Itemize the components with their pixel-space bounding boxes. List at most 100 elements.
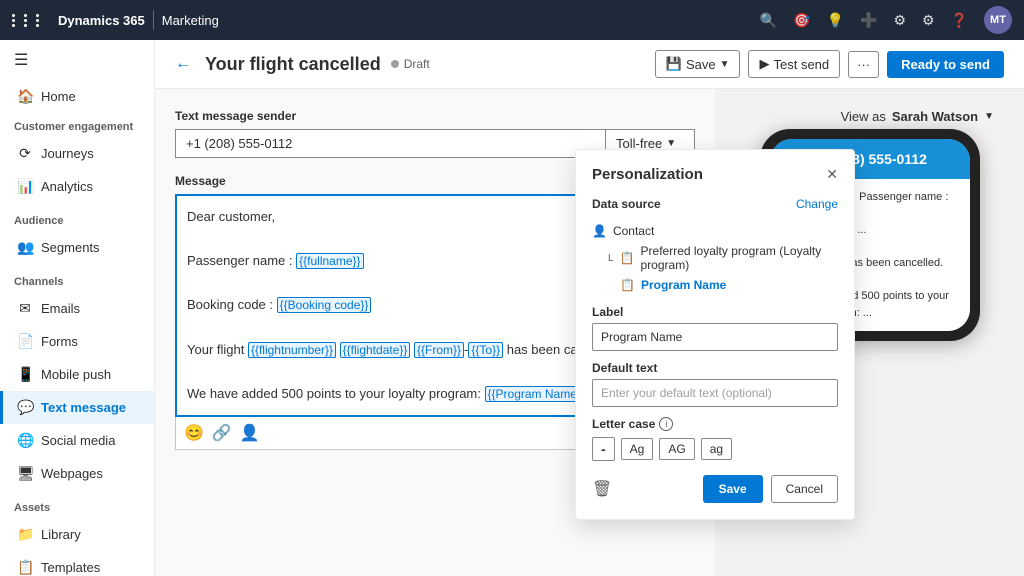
filter-icon[interactable]: ⚙: [893, 12, 906, 29]
delete-button[interactable]: 🗑: [592, 479, 612, 499]
templates-icon: 📋: [17, 559, 33, 576]
sidebar-section-title-customer-engagement: Customer engagement: [0, 113, 154, 137]
tree-item-contact: 👤 Contact: [592, 221, 838, 241]
letter-case-row: - Ag AG ag: [592, 437, 838, 461]
sidebar-item-segments[interactable]: 👥 Segments: [0, 231, 154, 264]
view-as-label: View as: [841, 109, 886, 124]
sidebar-item-label: Forms: [41, 334, 78, 349]
draft-label: Draft: [404, 57, 430, 71]
link-icon[interactable]: 🔗: [212, 423, 232, 443]
booking-code-token[interactable]: {{Booking code}}: [277, 297, 372, 313]
sidebar-item-library[interactable]: 📁 Library: [0, 518, 154, 551]
module-name: Marketing: [162, 13, 219, 28]
sidebar-section-title-assets: Assets: [0, 494, 154, 518]
top-nav-icons: 🔍 🎯 💡 ➕ ⚙ ⚙ ❓ MT: [760, 6, 1012, 34]
sidebar-item-label: Templates: [41, 560, 100, 575]
bulb-icon[interactable]: 💡: [827, 12, 844, 29]
draft-dot: [391, 60, 399, 68]
sidebar-section-title-audience: Audience: [0, 207, 154, 231]
sidebar-item-templates[interactable]: 📋 Templates: [0, 551, 154, 576]
page-title: Your flight cancelled: [205, 54, 381, 75]
test-send-button[interactable]: ▶ Test send: [748, 50, 840, 78]
panel-footer: 🗑 Save Cancel: [592, 475, 838, 503]
sidebar-item-label: Text message: [41, 400, 126, 415]
plus-icon[interactable]: ➕: [860, 12, 877, 29]
sidebar-item-label: Social media: [41, 433, 115, 448]
sidebar-section-channels: Channels ✉ Emails 📄 Forms 📱 Mobile push …: [0, 268, 154, 490]
back-button[interactable]: ←: [175, 55, 191, 73]
view-as-chevron-icon[interactable]: ▼: [984, 111, 994, 122]
default-text-label: Default text: [592, 361, 838, 375]
panel-title: Personalization: [592, 166, 703, 183]
to-token[interactable]: {{To}}: [468, 342, 503, 358]
home-icon: 🏠: [17, 88, 33, 105]
letter-case-label: Letter case: [592, 417, 655, 431]
socialmedia-icon: 🌐: [17, 432, 33, 449]
sidebar-item-analytics[interactable]: 📊 Analytics: [0, 170, 154, 203]
tree-expand-icon: L: [608, 253, 614, 264]
search-icon[interactable]: 🔍: [760, 12, 777, 29]
programname-icon: 📋: [620, 278, 635, 292]
content-header: ← Your flight cancelled Draft 💾 Save ▼ ▶…: [155, 40, 1024, 89]
analytics-icon: 📊: [17, 178, 33, 195]
tree-item-programname[interactable]: 📋 Program Name: [620, 275, 838, 295]
journeys-icon: ⟳: [17, 145, 33, 162]
draft-badge: Draft: [391, 57, 430, 71]
fullname-token[interactable]: {{fullname}}: [296, 253, 363, 269]
tree-programname-label: Program Name: [641, 278, 726, 292]
loyalty-icon: 📋: [620, 251, 635, 265]
flightnumber-token[interactable]: {{flightnumber}}: [248, 342, 336, 358]
sidebar-item-emails[interactable]: ✉ Emails: [0, 292, 154, 325]
sidebar-item-socialmedia[interactable]: 🌐 Social media: [0, 424, 154, 457]
tree-indent-programname: 📋 Program Name: [592, 275, 838, 295]
sidebar-item-journeys[interactable]: ⟳ Journeys: [0, 137, 154, 170]
case-dash-button[interactable]: -: [592, 437, 615, 461]
avatar[interactable]: MT: [984, 6, 1012, 34]
target-icon[interactable]: 🎯: [793, 12, 810, 29]
panel-cancel-button[interactable]: Cancel: [771, 475, 838, 503]
app-grid-icon[interactable]: [12, 14, 46, 27]
settings-icon[interactable]: ⚙: [922, 12, 935, 29]
textmessage-icon: 💬: [17, 399, 33, 416]
panel-close-button[interactable]: ✕: [826, 166, 838, 183]
person-icon: 👤: [592, 224, 607, 238]
header-actions: 💾 Save ▼ ▶ Test send ··· Ready to send: [655, 50, 1004, 78]
sidebar-item-mobilepush[interactable]: 📱 Mobile push: [0, 358, 154, 391]
personalization-icon[interactable]: 👤: [240, 423, 260, 443]
sidebar-item-label: Segments: [41, 240, 100, 255]
sidebar-section-assets: Assets 📁 Library 📋 Templates 🔗 Redirect …: [0, 494, 154, 576]
brand: Dynamics 365 Marketing: [58, 10, 219, 30]
sidebar-item-textmessage[interactable]: 💬 Text message: [0, 391, 154, 424]
sidebar-item-label: Home: [41, 89, 76, 104]
help-icon[interactable]: ❓: [951, 12, 968, 29]
tree-loyalty-label: Preferred loyalty program (Loyalty progr…: [641, 244, 838, 272]
sidebar-item-webpages[interactable]: 🖥 Webpages: [0, 457, 154, 490]
sidebar-item-label: Webpages: [41, 466, 103, 481]
label-input[interactable]: [592, 323, 838, 351]
nav-separator: [153, 10, 154, 30]
case-ag-button[interactable]: Ag: [621, 438, 654, 460]
sidebar-item-label: Journeys: [41, 146, 94, 161]
sidebar-item-label: Analytics: [41, 179, 93, 194]
default-text-input[interactable]: [592, 379, 838, 407]
from-token[interactable]: {{From}}: [414, 342, 464, 358]
ready-to-send-button[interactable]: Ready to send: [887, 51, 1004, 78]
view-as-name: Sarah Watson: [892, 109, 978, 124]
hamburger-icon[interactable]: ☰: [0, 40, 154, 80]
phone-input[interactable]: [175, 129, 605, 158]
more-button[interactable]: ···: [848, 51, 879, 78]
sidebar-item-home[interactable]: 🏠 Home: [0, 80, 154, 113]
sidebar-item-forms[interactable]: 📄 Forms: [0, 325, 154, 358]
panel-header: Personalization ✕: [592, 166, 838, 183]
emoji-icon[interactable]: 😊: [184, 423, 204, 443]
program-name-token[interactable]: {{Program Name}}: [485, 386, 588, 402]
info-icon[interactable]: i: [659, 417, 673, 431]
sidebar-item-label: Library: [41, 527, 81, 542]
case-AG-button[interactable]: AG: [659, 438, 694, 460]
change-link[interactable]: Change: [796, 197, 838, 211]
panel-save-button[interactable]: Save: [703, 475, 763, 503]
flightdate-token[interactable]: {{flightdate}}: [340, 342, 411, 358]
save-button[interactable]: 💾 Save ▼: [655, 50, 741, 78]
case-ag-lower-button[interactable]: ag: [701, 438, 732, 460]
main-layout: ☰ 🏠 Home Customer engagement ⟳ Journeys …: [0, 40, 1024, 576]
